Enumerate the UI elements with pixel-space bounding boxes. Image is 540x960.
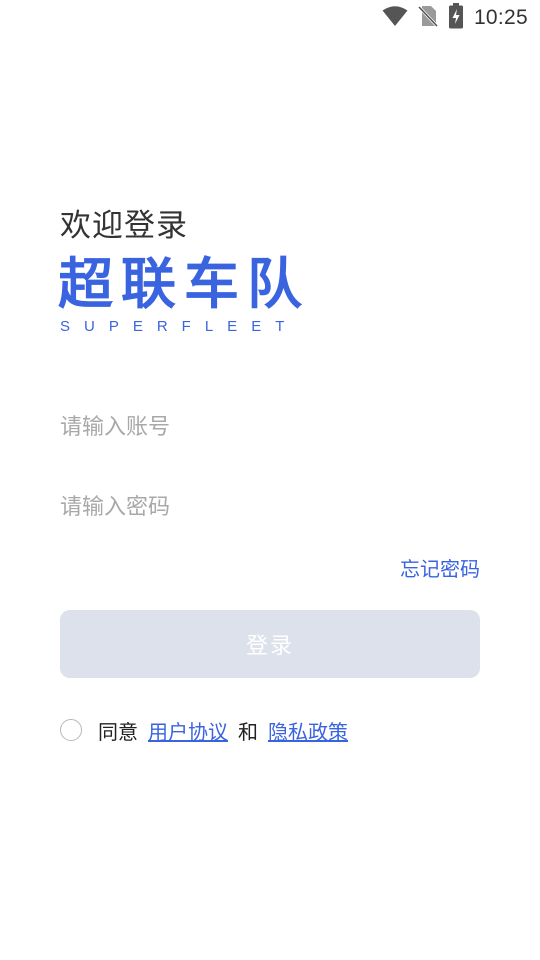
no-sim-icon <box>417 4 439 32</box>
wifi-icon <box>382 5 408 31</box>
password-input[interactable] <box>60 487 480 527</box>
status-icons: 10:25 <box>382 3 528 33</box>
account-input[interactable] <box>60 407 480 447</box>
user-agreement-link[interactable]: 用户协议 <box>148 716 228 745</box>
brand-logo-cn: 超联车队 <box>58 252 311 316</box>
status-time: 10:25 <box>473 6 528 29</box>
login-button[interactable]: 登录 <box>60 610 480 678</box>
privacy-policy-link[interactable]: 隐私政策 <box>268 716 348 745</box>
welcome-heading: 欢迎登录 <box>60 208 188 244</box>
agreement-row: 同意 用户协议 和 隐私政策 <box>60 714 358 746</box>
forgot-password-link[interactable]: 忘记密码 <box>400 553 480 582</box>
battery-charging-icon <box>448 3 464 33</box>
agree-radio[interactable] <box>60 719 82 741</box>
agree-and: 和 <box>238 719 258 744</box>
agree-prefix: 同意 <box>98 719 138 744</box>
brand-logo-en: SUPERFLEET <box>60 318 299 335</box>
status-bar: 10:25 <box>0 0 540 36</box>
